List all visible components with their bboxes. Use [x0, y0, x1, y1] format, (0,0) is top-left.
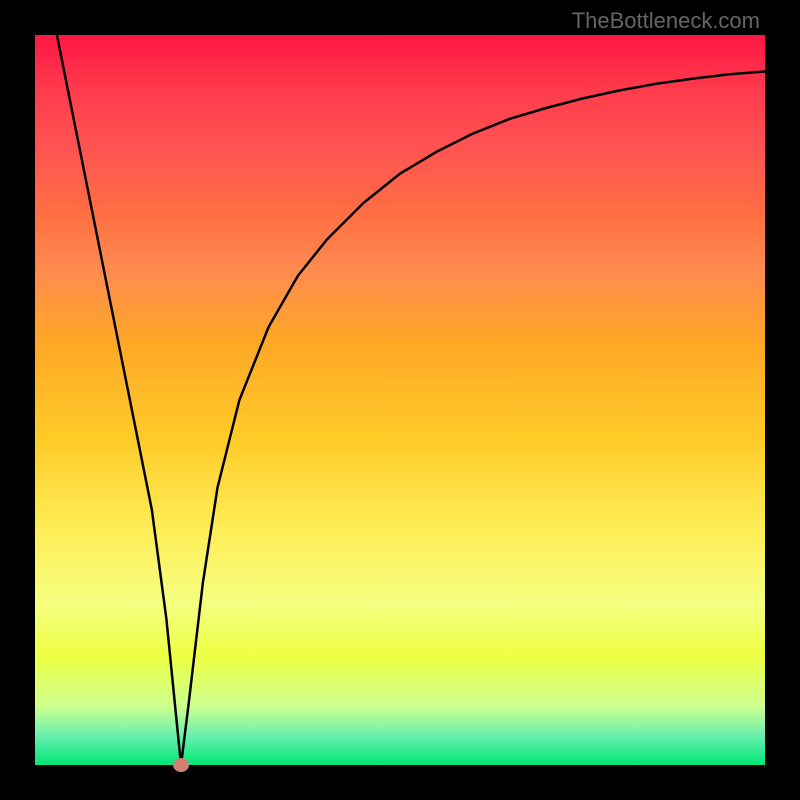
optimal-point-marker — [173, 758, 189, 772]
curve-svg — [35, 35, 765, 765]
chart-container: TheBottleneck.com — [0, 0, 800, 800]
bottleneck-curve — [57, 35, 765, 765]
plot-area — [35, 35, 765, 765]
watermark-text: TheBottleneck.com — [572, 8, 760, 34]
